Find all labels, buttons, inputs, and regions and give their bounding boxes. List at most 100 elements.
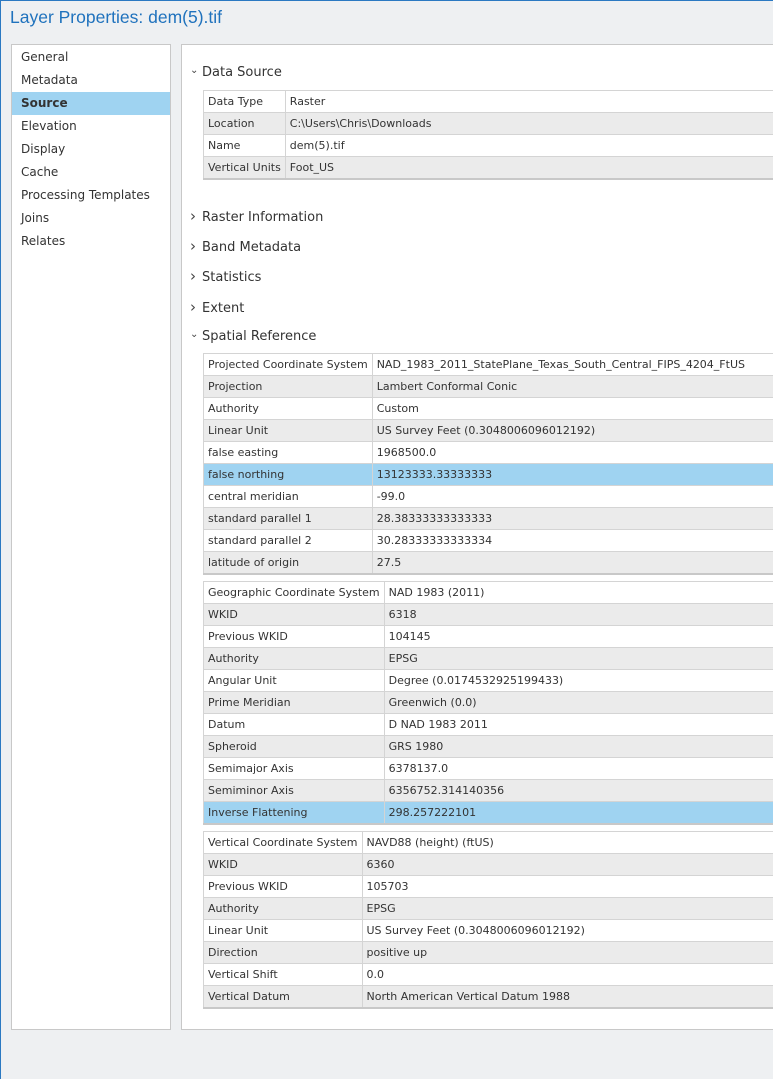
table-row[interactable]: Linear Unit US Survey Feet (0.30480060960… — [203, 919, 773, 942]
section-label: Raster Information — [202, 210, 324, 225]
section-raster-information[interactable]: › Raster Information — [190, 207, 323, 225]
property-name: Authority — [203, 897, 363, 920]
table-row[interactable]: Angular Unit Degree (0.0174532925199433) — [203, 669, 773, 692]
table-row[interactable]: false easting 1968500.0 — [203, 441, 773, 464]
table-row[interactable]: central meridian -99.0 — [203, 485, 773, 508]
sidebar-item-relates[interactable]: Relates — [12, 230, 170, 253]
table-row[interactable]: Data Type Raster — [203, 90, 773, 113]
section-extent[interactable]: › Extent — [190, 298, 244, 316]
property-value: EPSG — [383, 647, 773, 670]
section-label: Spatial Reference — [202, 329, 317, 344]
section-statistics[interactable]: › Statistics — [190, 267, 261, 285]
table-row[interactable]: Previous WKID 105703 — [203, 875, 773, 898]
property-name: Semiminor Axis — [203, 779, 385, 802]
property-value: dem(5).tif — [284, 134, 773, 157]
chevron-right-icon: › — [190, 207, 196, 225]
property-value: 30.28333333333334 — [371, 529, 773, 552]
property-name: Authority — [203, 397, 373, 420]
table-row[interactable]: Semiminor Axis 6356752.314140356 — [203, 779, 773, 802]
table-row[interactable]: Authority Custom — [203, 397, 773, 420]
property-name: WKID — [203, 603, 385, 626]
sidebar-item-general[interactable]: General — [12, 46, 170, 69]
sidebar-item-metadata[interactable]: Metadata — [12, 69, 170, 92]
property-value: Foot_US — [284, 156, 773, 179]
chevron-right-icon: › — [190, 298, 196, 316]
table-row[interactable]: Vertical Units Foot_US — [203, 156, 773, 179]
table-row[interactable]: Vertical Datum North American Vertical Da… — [203, 985, 773, 1008]
property-name: Previous WKID — [203, 625, 385, 648]
property-value: NAD_1983_2011_StatePlane_Texas_South_Cen… — [371, 353, 773, 376]
table-row[interactable]: Vertical Shift 0.0 — [203, 963, 773, 986]
table-row[interactable]: Projected Coordinate System NAD_1983_2011… — [203, 353, 773, 376]
section-band-metadata[interactable]: › Band Metadata — [190, 237, 301, 255]
property-name: Projected Coordinate System — [203, 353, 373, 376]
property-name: Vertical Coordinate System — [203, 831, 363, 854]
section-data-source[interactable]: ⌄ Data Source — [190, 65, 282, 80]
property-value: -99.0 — [371, 485, 773, 508]
property-value: Greenwich (0.0) — [383, 691, 773, 714]
property-name: Angular Unit — [203, 669, 385, 692]
table-row[interactable]: Datum D NAD 1983 2011 — [203, 713, 773, 736]
property-name: Location — [203, 112, 286, 135]
property-name: Data Type — [203, 90, 286, 113]
table-row[interactable]: Prime Meridian Greenwich (0.0) — [203, 691, 773, 714]
property-name: Prime Meridian — [203, 691, 385, 714]
geographic-coordinate-system-table: Geographic Coordinate System NAD 1983 (20… — [203, 581, 773, 825]
table-row[interactable]: Linear Unit US Survey Feet (0.30480060960… — [203, 419, 773, 442]
property-value: US Survey Feet (0.3048006096012192) — [371, 419, 773, 442]
table-row[interactable]: Location C:\Users\Chris\Downloads — [203, 112, 773, 135]
source-panel: ⌄ Data Source › Raster Information › Band Met… — [181, 44, 773, 1030]
property-value: 13123333.33333333 — [371, 463, 773, 486]
sidebar-item-elevation[interactable]: Elevation — [12, 115, 170, 138]
property-name: Linear Unit — [203, 919, 363, 942]
section-label: Extent — [202, 301, 245, 316]
property-name: standard parallel 1 — [203, 507, 373, 530]
property-value: NAD 1983 (2011) — [383, 581, 773, 604]
vertical-coordinate-system-table: Vertical Coordinate System NAVD88 (height… — [203, 831, 773, 1009]
table-row[interactable]: latitude of origin 27.5 — [203, 551, 773, 574]
property-value: 6318 — [383, 603, 773, 626]
table-row[interactable]: Vertical Coordinate System NAVD88 (height… — [203, 831, 773, 854]
property-name: false easting — [203, 441, 373, 464]
property-name: Datum — [203, 713, 385, 736]
sidebar-item-cache[interactable]: Cache — [12, 161, 170, 184]
property-value: GRS 1980 — [383, 735, 773, 758]
chevron-right-icon: › — [190, 237, 196, 255]
sidebar-item-source[interactable]: Source — [12, 92, 170, 115]
property-name: Projection — [203, 375, 373, 398]
property-value: 28.38333333333333 — [371, 507, 773, 530]
property-name: Vertical Datum — [203, 985, 363, 1008]
sidebar-item-joins[interactable]: Joins — [12, 207, 170, 230]
property-name: Linear Unit — [203, 419, 373, 442]
table-row[interactable]: Direction positive up — [203, 941, 773, 964]
property-value: 105703 — [361, 875, 773, 898]
property-value: 6360 — [361, 853, 773, 876]
sidebar-item-processing-templates[interactable]: Processing Templates — [12, 184, 170, 207]
table-row[interactable]: Spheroid GRS 1980 — [203, 735, 773, 758]
table-row[interactable]: false northing 13123333.33333333 — [203, 463, 773, 486]
table-row[interactable]: Previous WKID 104145 — [203, 625, 773, 648]
table-row[interactable]: Name dem(5).tif — [203, 134, 773, 157]
section-spatial-reference[interactable]: ⌄ Spatial Reference — [190, 329, 316, 344]
property-name: Vertical Shift — [203, 963, 363, 986]
property-value: 0.0 — [361, 963, 773, 986]
property-name: Inverse Flattening — [203, 801, 385, 824]
section-label: Data Source — [202, 65, 282, 80]
sidebar-item-display[interactable]: Display — [12, 138, 170, 161]
table-row[interactable]: Inverse Flattening 298.257222101 — [203, 801, 773, 824]
property-name: Geographic Coordinate System — [203, 581, 385, 604]
table-row[interactable]: Projection Lambert Conformal Conic — [203, 375, 773, 398]
table-row[interactable]: standard parallel 2 30.28333333333334 — [203, 529, 773, 552]
property-name: standard parallel 2 — [203, 529, 373, 552]
table-row[interactable]: Semimajor Axis 6378137.0 — [203, 757, 773, 780]
property-name: latitude of origin — [203, 551, 373, 574]
table-row[interactable]: WKID 6360 — [203, 853, 773, 876]
table-row[interactable]: Geographic Coordinate System NAD 1983 (20… — [203, 581, 773, 604]
property-value: North American Vertical Datum 1988 — [361, 985, 773, 1008]
table-row[interactable]: Authority EPSG — [203, 897, 773, 920]
table-row[interactable]: WKID 6318 — [203, 603, 773, 626]
table-row[interactable]: standard parallel 1 28.38333333333333 — [203, 507, 773, 530]
property-value: US Survey Feet (0.3048006096012192) — [361, 919, 773, 942]
table-row[interactable]: Authority EPSG — [203, 647, 773, 670]
property-value: Degree (0.0174532925199433) — [383, 669, 773, 692]
